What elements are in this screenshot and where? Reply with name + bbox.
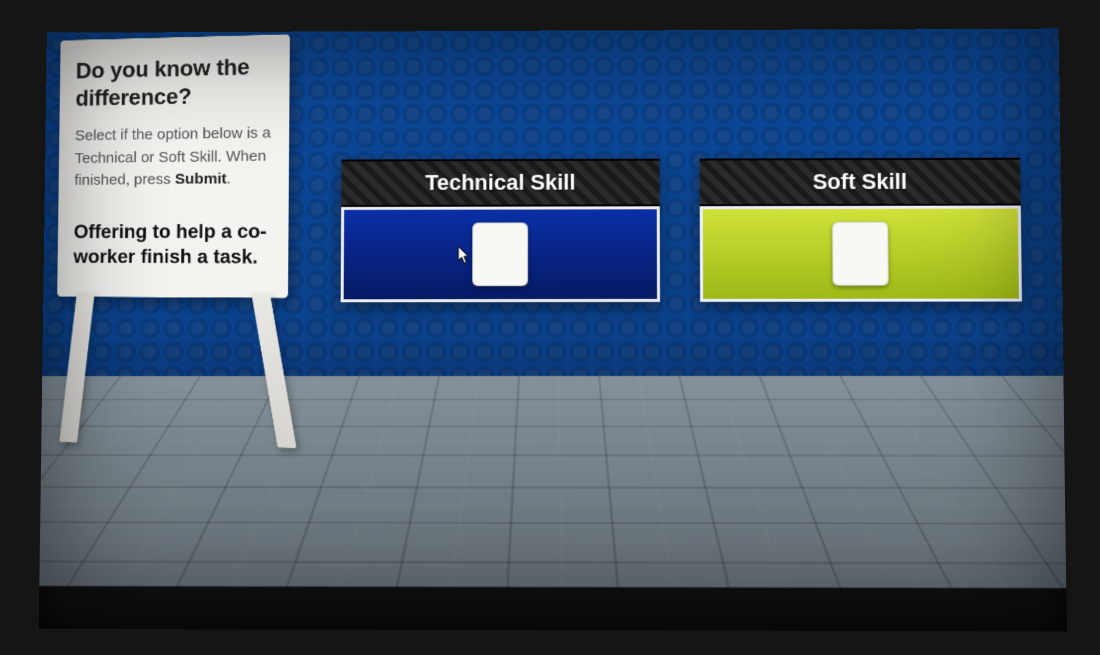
sign-legs <box>55 296 288 441</box>
drop-slot-technical[interactable] <box>472 222 528 286</box>
answer-technical-body[interactable] <box>341 206 660 302</box>
question-prompt: Offering to help a co-worker finish a ta… <box>73 219 272 271</box>
answer-technical-label: Technical Skill <box>341 158 660 206</box>
sign-instruction-text: Select if the option below is a Technica… <box>74 124 271 188</box>
screen-frame: Do you know the difference? Select if th… <box>0 0 1100 655</box>
sign-instruction-post: . <box>227 170 231 187</box>
answer-boards: Technical Skill Soft Skill <box>341 157 1022 302</box>
sign-board: Do you know the difference? Select if th… <box>57 34 290 297</box>
sign-instructions: Select if the option below is a Technica… <box>74 122 272 192</box>
scene-stage: Do you know the difference? Select if th… <box>39 28 1067 631</box>
sign-leg-left <box>59 292 94 442</box>
instruction-sign: Do you know the difference? Select if th… <box>55 34 290 441</box>
sign-heading: Do you know the difference? <box>75 52 273 111</box>
sign-instruction-submit: Submit <box>175 170 227 188</box>
answer-soft-label: Soft Skill <box>700 157 1021 205</box>
cursor-icon <box>457 245 471 265</box>
answer-soft-body[interactable] <box>700 205 1022 301</box>
answer-technical[interactable]: Technical Skill <box>341 158 660 302</box>
answer-soft[interactable]: Soft Skill <box>700 157 1022 301</box>
drop-slot-soft[interactable] <box>832 221 889 285</box>
